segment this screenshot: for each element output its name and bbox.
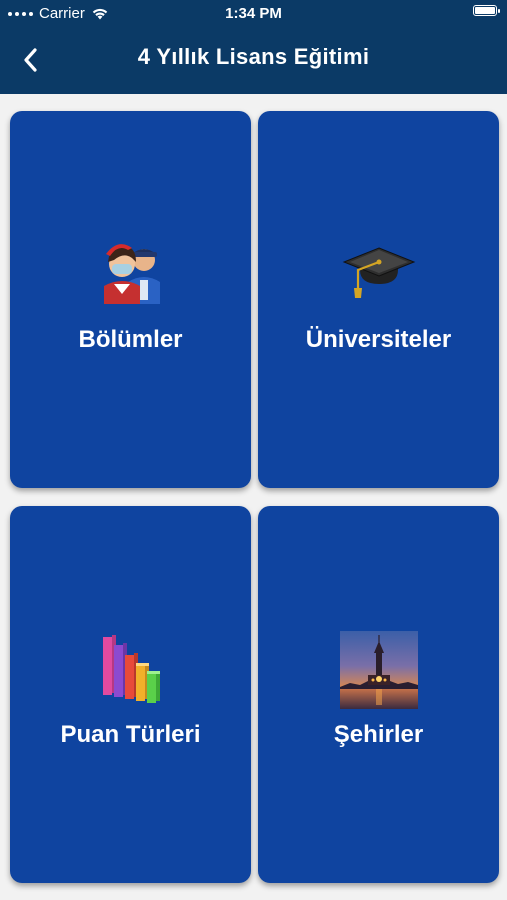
card-label: Üniversiteler (305, 326, 452, 353)
battery-icon (473, 5, 500, 16)
card-icon-wrap (10, 631, 251, 705)
card-puan-turleri[interactable]: Puan Türleri (10, 506, 251, 883)
card-icon-wrap (10, 236, 251, 306)
bar-chart-icon (102, 635, 160, 703)
card-label: Puan Türleri (60, 721, 201, 748)
status-time: 1:34 PM (225, 5, 282, 22)
card-bolumler[interactable]: Bölümler (10, 111, 251, 488)
card-label: Bölümler (78, 326, 183, 353)
navigation-header: Carrier 1:34 PM 4 Yıllık Lisans Eğitimi (0, 0, 507, 94)
people-icon (103, 244, 160, 304)
card-label: Şehirler (333, 721, 424, 748)
city-photo-icon (339, 631, 418, 709)
card-icon-wrap (258, 236, 499, 306)
graduation-cap-icon (342, 247, 415, 298)
page-title: 4 Yıllık Lisans Eğitimi (137, 44, 370, 69)
card-icon-wrap (258, 631, 499, 709)
card-sehirler[interactable]: Şehirler (258, 506, 499, 883)
status-bar: Carrier 1:34 PM (0, 0, 507, 28)
card-universiteler[interactable]: Üniversiteler (258, 111, 499, 488)
